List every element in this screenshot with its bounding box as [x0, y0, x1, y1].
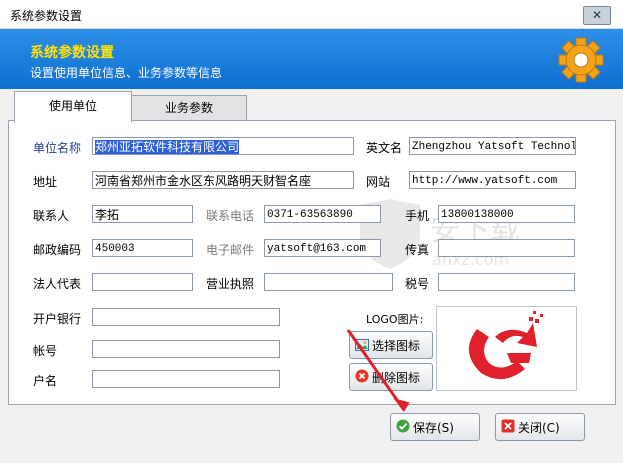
- tab-company[interactable]: 使用单位: [14, 91, 132, 123]
- annotation-arrows: [346, 329, 410, 412]
